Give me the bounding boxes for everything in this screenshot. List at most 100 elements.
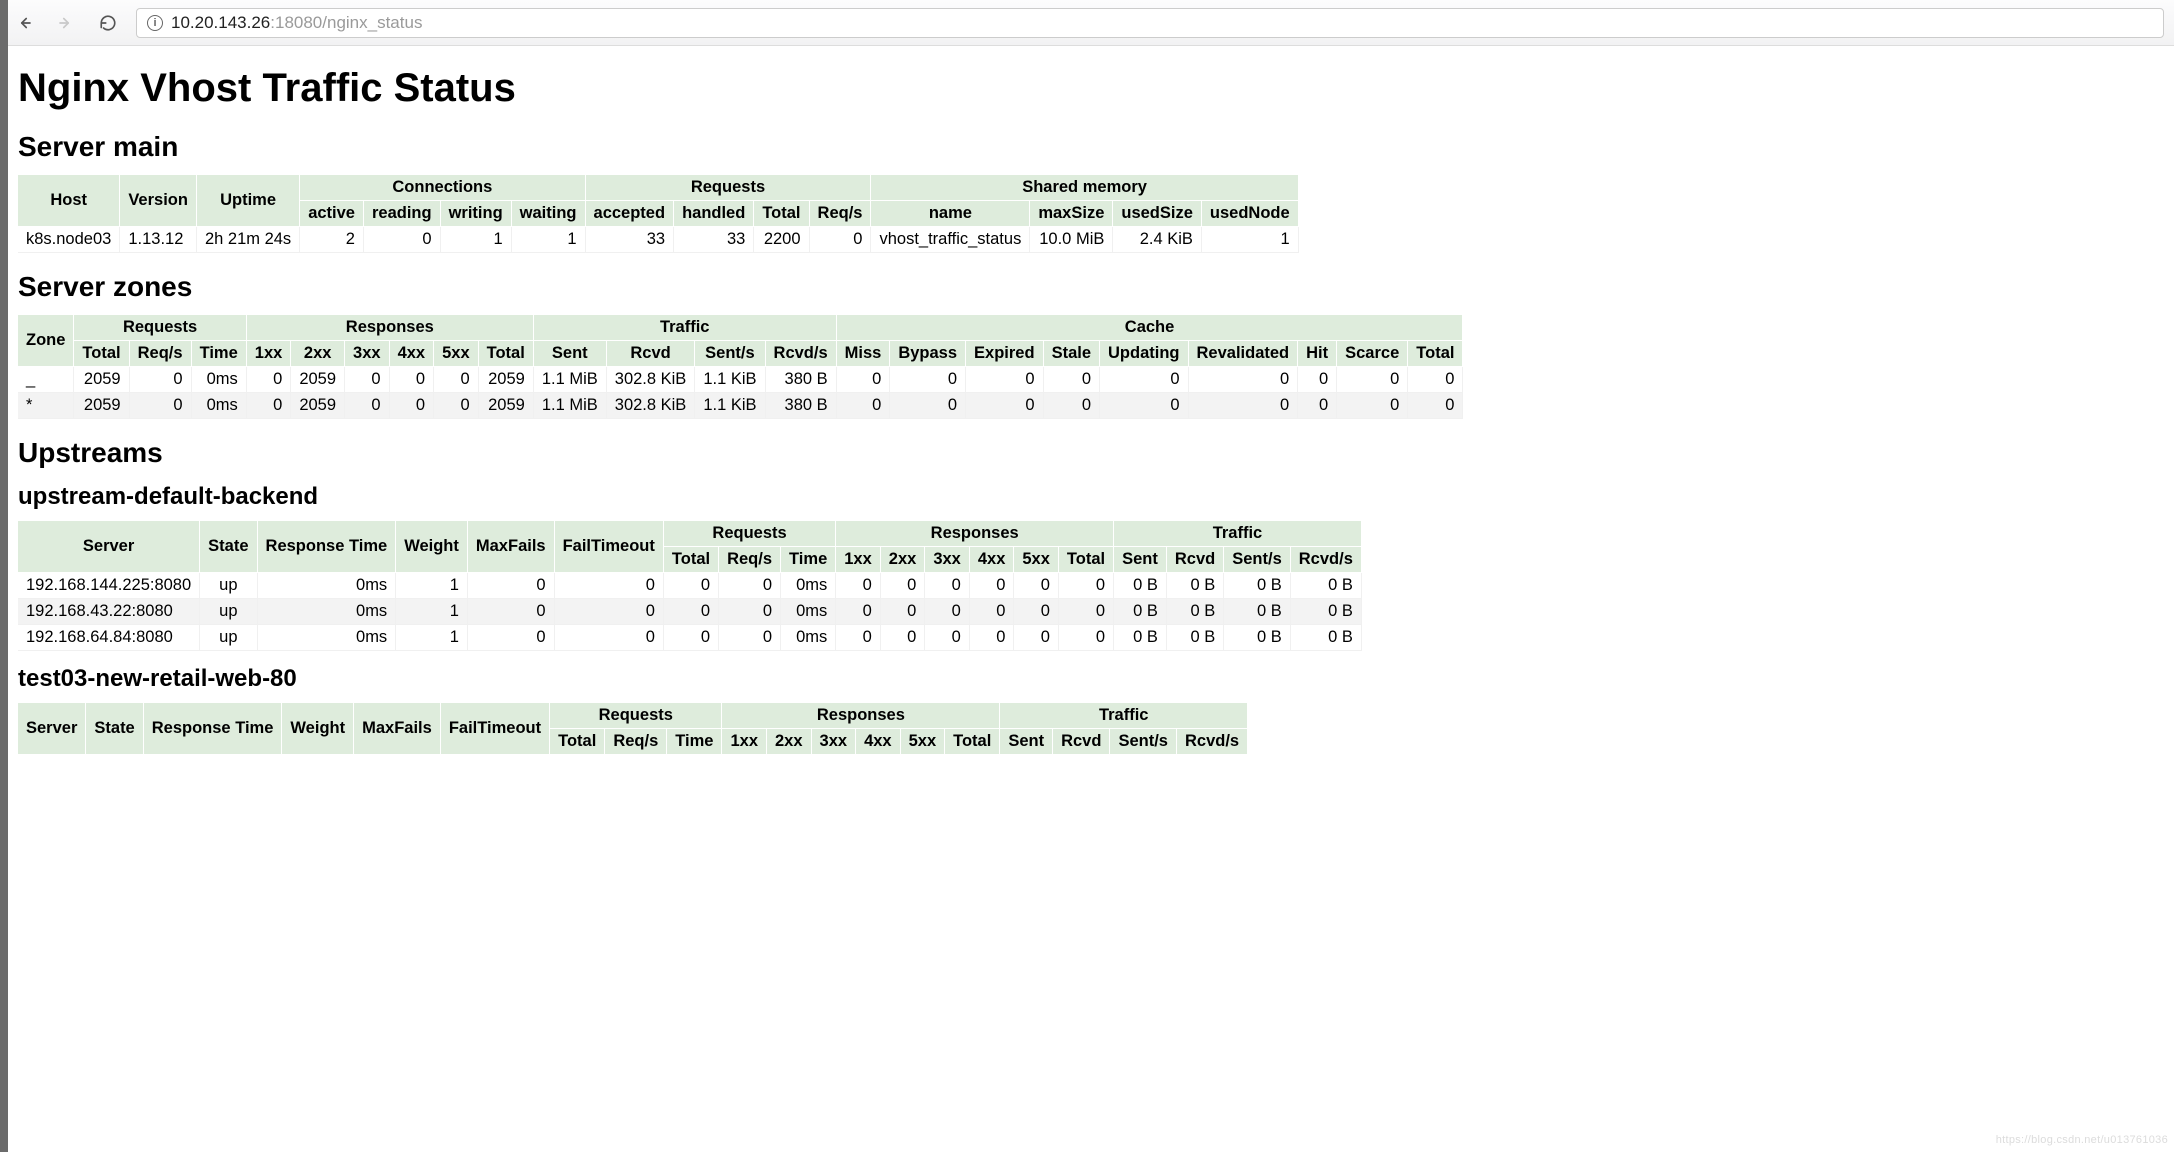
th: Traffic (1000, 703, 1248, 729)
forward-button[interactable] (52, 9, 80, 37)
site-info-icon[interactable]: i (147, 15, 163, 31)
th: MaxFails (354, 703, 441, 755)
th-total: Total (754, 201, 809, 227)
cell: 0 (969, 625, 1014, 651)
cell: 0 (836, 625, 881, 651)
cell: 0ms (257, 625, 396, 651)
th: Rcvd (1053, 729, 1110, 755)
th-2xx: 2xx (291, 341, 345, 367)
cell: 0 (554, 625, 663, 651)
th: Sent/s (1110, 729, 1177, 755)
cell: 0 (129, 393, 191, 419)
cell: 1 (396, 599, 468, 625)
th-sents: Sent/s (695, 341, 765, 367)
th: Rcvd (1166, 547, 1223, 573)
cell: 0ms (191, 393, 246, 419)
th: Weight (396, 521, 468, 573)
arrow-right-icon (57, 14, 75, 32)
cell: * (18, 393, 74, 419)
th-requests: Requests (74, 315, 246, 341)
th: Responses (836, 521, 1114, 547)
th-reqs: Req/s (129, 341, 191, 367)
cell: 0 (434, 393, 479, 419)
cell: 0 (836, 573, 881, 599)
arrow-left-icon (15, 14, 33, 32)
cell-maxsize: 10.0 MiB (1030, 227, 1113, 253)
cell: 0 (880, 573, 925, 599)
th-writing: writing (440, 201, 511, 227)
cell: 2059 (478, 393, 533, 419)
cell: 0 (1058, 625, 1113, 651)
cell: 0 (663, 573, 718, 599)
cell: 0 (1298, 367, 1337, 393)
th-stale: Stale (1043, 341, 1099, 367)
cell-total: 2200 (754, 227, 809, 253)
section-upstreams-heading: Upstreams (18, 437, 2156, 469)
cell: up (200, 599, 257, 625)
th: Rcvd/s (1176, 729, 1247, 755)
table-row: _205900ms0205900020591.1 MiB302.8 KiB1.1… (18, 367, 1463, 393)
cell: 0 B (1166, 599, 1223, 625)
reload-button[interactable] (94, 9, 122, 37)
cell: 2059 (291, 367, 345, 393)
th-usednode: usedNode (1201, 201, 1298, 227)
cell: 0 (966, 367, 1044, 393)
th: Sent (1000, 729, 1053, 755)
cell-uptime: 2h 21m 24s (196, 227, 299, 253)
cell: up (200, 573, 257, 599)
cell-name: vhost_traffic_status (871, 227, 1030, 253)
table-row: *205900ms0205900020591.1 MiB302.8 KiB1.1… (18, 393, 1463, 419)
th-requests: Requests (585, 175, 871, 201)
cell: 0 (966, 393, 1044, 419)
th-reqs: Req/s (809, 201, 871, 227)
cell: 0 (1100, 393, 1189, 419)
cell: 0 (836, 393, 890, 419)
upstream-table: ServerStateResponse TimeWeightMaxFailsFa… (18, 703, 1248, 755)
address-bar[interactable]: i 10.20.143.26:18080/nginx_status (136, 8, 2164, 38)
cell: 192.168.144.225:8080 (18, 573, 200, 599)
th-handled: handled (674, 201, 754, 227)
cell: 0 (1058, 599, 1113, 625)
cell: 0 (434, 367, 479, 393)
th-expired: Expired (966, 341, 1044, 367)
th: MaxFails (467, 521, 554, 573)
back-button[interactable] (10, 9, 38, 37)
cell: 0 (925, 625, 970, 651)
cell: 380 B (765, 367, 836, 393)
section-server-main-heading: Server main (18, 131, 2156, 163)
th: 5xx (1014, 547, 1059, 573)
server-main-table: Host Version Uptime Connections Requests… (18, 175, 1299, 253)
cell: 0 (1408, 393, 1463, 419)
server-zones-table: Zone Requests Responses Traffic Cache To… (18, 315, 1463, 419)
th: State (86, 703, 143, 755)
table-row: 192.168.43.22:8080up0ms100000ms0000000 B… (18, 599, 1361, 625)
cell: 0 B (1290, 625, 1361, 651)
cell: 0 B (1114, 573, 1167, 599)
cell: 0 (880, 625, 925, 651)
cell: 0 (389, 367, 434, 393)
os-dock-sliver (0, 0, 8, 1152)
cell: 0 B (1224, 599, 1291, 625)
th: 3xx (811, 729, 856, 755)
cell: 0 (719, 625, 781, 651)
cell: 0 (663, 599, 718, 625)
cell-version: 1.13.12 (120, 227, 197, 253)
th-responses: Responses (246, 315, 533, 341)
th: Total (1058, 547, 1113, 573)
cell: 0 (1014, 573, 1059, 599)
th: 1xx (836, 547, 881, 573)
cell: _ (18, 367, 74, 393)
th: 2xx (767, 729, 812, 755)
cell: 2059 (74, 393, 129, 419)
th: FailTimeout (440, 703, 549, 755)
cell: 0 (467, 573, 554, 599)
watermark-text: https://blog.csdn.net/u013761036 (1996, 1134, 2168, 1146)
cell: 0 (880, 599, 925, 625)
cell: 0 (1100, 367, 1189, 393)
cell: 0 (1337, 367, 1408, 393)
th: Weight (282, 703, 354, 755)
cell: 0 (1043, 367, 1099, 393)
cell: 0 (719, 599, 781, 625)
cell: 0 (1014, 625, 1059, 651)
th: Response Time (257, 521, 396, 573)
